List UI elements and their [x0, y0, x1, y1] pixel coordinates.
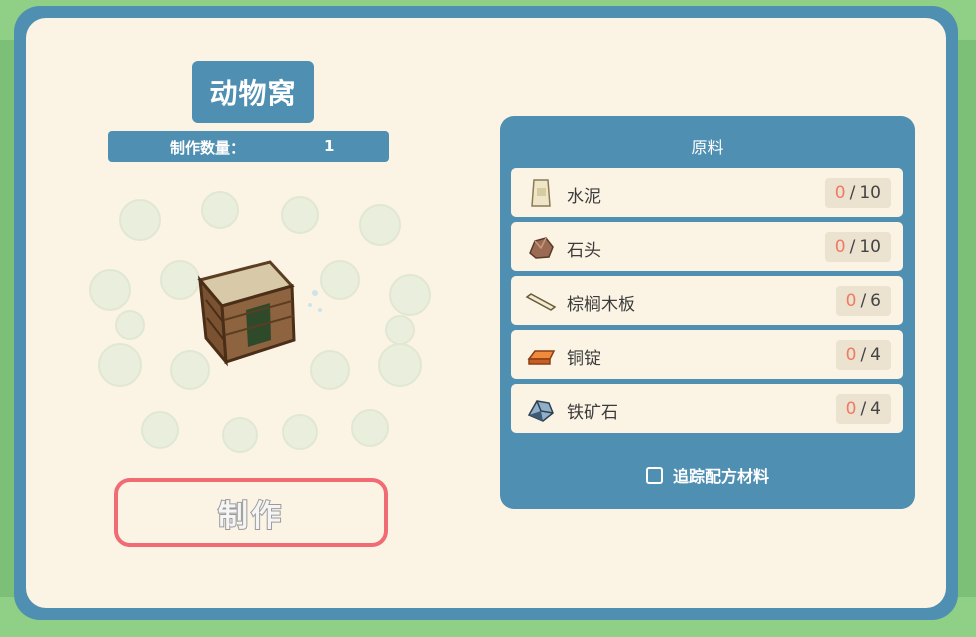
craft-button[interactable]: 制作	[114, 478, 388, 547]
materials-list: 水泥 0 / 10 石头 0 / 10 棕榈木板 0 / 6 铜锭 0 / 4 …	[511, 168, 903, 438]
material-count: 0 / 4	[835, 394, 891, 424]
count-separator: /	[860, 291, 867, 311]
material-have: 0	[834, 237, 846, 257]
quantity-label: 制作数量：	[170, 139, 246, 157]
material-count: 0 / 10	[824, 178, 891, 208]
material-need: 4	[870, 345, 881, 365]
quantity-bar: 制作数量： 1	[108, 131, 389, 162]
material-name: 铁矿石	[567, 403, 618, 423]
count-separator: /	[849, 237, 856, 257]
material-row-stone[interactable]: 石头 0 / 10	[511, 222, 903, 271]
recipe-title: 动物窝	[192, 61, 314, 123]
iron-ore-icon	[527, 400, 554, 422]
material-have: 0	[845, 345, 857, 365]
animal-den-icon	[197, 260, 322, 367]
material-have: 0	[845, 399, 857, 419]
material-name: 水泥	[567, 187, 601, 207]
material-row-palm-plank[interactable]: 棕榈木板 0 / 6	[511, 276, 903, 325]
material-count: 0 / 10	[824, 232, 891, 262]
materials-header: 原料	[691, 138, 724, 157]
copper-ingot-icon	[527, 350, 556, 365]
stone-icon	[529, 237, 554, 259]
track-recipe-option[interactable]: 追踪配方材料	[500, 463, 915, 487]
material-need: 4	[870, 399, 881, 419]
count-separator: /	[860, 399, 867, 419]
quantity-value[interactable]: 1	[324, 137, 334, 155]
material-have: 0	[834, 183, 846, 203]
material-need: 6	[870, 291, 881, 311]
track-recipe-label: 追踪配方材料	[672, 467, 769, 486]
material-count: 0 / 4	[835, 340, 891, 370]
track-recipe-checkbox[interactable]	[645, 466, 663, 484]
material-row-copper-ingot[interactable]: 铜锭 0 / 4	[511, 330, 903, 379]
material-name: 石头	[567, 241, 601, 261]
material-row-iron-ore[interactable]: 铁矿石 0 / 4	[511, 384, 903, 433]
material-have: 0	[845, 291, 857, 311]
materials-panel: 原料 水泥 0 / 10 石头 0 / 10 棕榈木板 0 / 6 铜锭 0 /…	[500, 116, 915, 509]
material-name: 棕榈木板	[567, 295, 635, 315]
material-need: 10	[859, 237, 881, 257]
material-need: 10	[859, 183, 881, 203]
material-count: 0 / 6	[835, 286, 891, 316]
count-separator: /	[849, 183, 856, 203]
material-name: 铜锭	[567, 349, 601, 369]
preview-background-pattern	[89, 191, 431, 453]
item-preview	[70, 170, 450, 470]
material-row-cement[interactable]: 水泥 0 / 10	[511, 168, 903, 217]
palm-plank-icon	[525, 293, 557, 311]
cement-bag-icon	[531, 179, 551, 207]
count-separator: /	[860, 345, 867, 365]
